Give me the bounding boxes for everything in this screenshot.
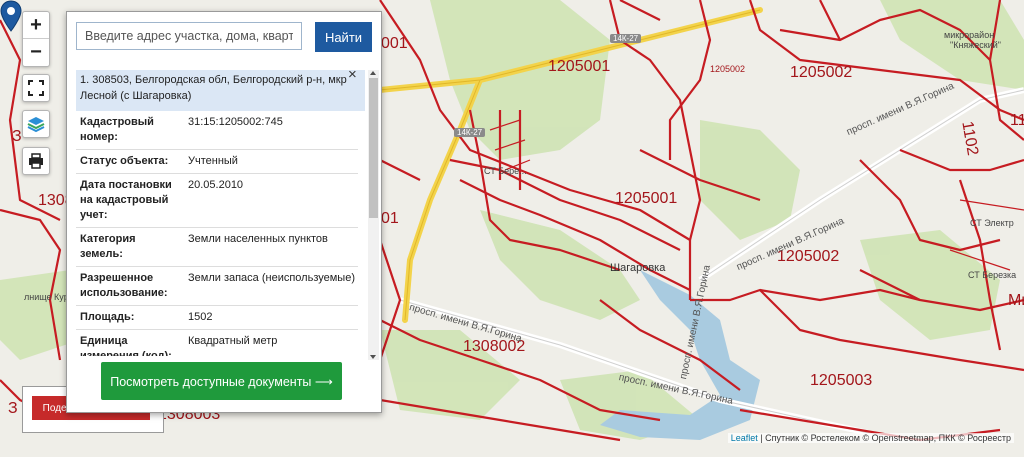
road-badge-2: 14К-27 [454, 128, 486, 137]
row-value: 31:15:1205002:745 [188, 116, 283, 128]
scroll-thumb[interactable] [369, 78, 378, 218]
row-key: Кадастровый номер: [80, 116, 154, 143]
printer-icon [29, 153, 43, 169]
search-button[interactable]: Найти [315, 22, 372, 52]
scroll-up-icon[interactable] [370, 71, 376, 75]
st-berezka-label: СТ Березка [968, 270, 1017, 280]
result-address[interactable]: 1. 308503, Белгородская обл, Белгородски… [76, 70, 365, 111]
property-table: Кадастровый номер: 31:15:1205002:745 Стат… [76, 111, 358, 356]
st-elektro-label: СТ Электр [970, 218, 1014, 228]
shagarovka-label: Шагаровка [610, 262, 666, 274]
close-icon[interactable]: × [348, 66, 357, 83]
row-key: Дата постановки на кадастровый учет: [80, 179, 172, 221]
zone-11-label: 11 [1010, 112, 1024, 129]
print-button[interactable] [23, 148, 49, 174]
row-value: Земли населенных пунктов [188, 233, 328, 245]
table-row: Дата постановки на кадастровый учет: 20.0… [76, 174, 358, 228]
fullscreen-icon [28, 80, 44, 96]
attribution-text: | Спутник © Ростелеком © Openstreetmap, … [757, 433, 1011, 443]
layers-control [22, 110, 50, 138]
zoom-control: + − [22, 11, 50, 67]
zone-z2-label: З [8, 400, 18, 417]
zone-001-label: 001 [381, 35, 408, 52]
layers-button[interactable] [23, 111, 49, 137]
zone-1205002-small-label: 1205002 [710, 64, 746, 74]
view-documents-button[interactable]: Посмотреть доступные документы ⟶ [101, 362, 342, 400]
zone-mi-label: Ми [1008, 292, 1024, 309]
table-row: Площадь: 1502 [76, 306, 358, 330]
info-panel: Найти 1. 308503, Белгородская обл, Белго… [66, 11, 382, 413]
zone-z-label: З [12, 128, 22, 145]
table-row: Разрешенное использование: Земли запаса (… [76, 267, 358, 306]
row-value: Квадратный метр [188, 335, 278, 347]
road-badge-1: 14К-27 [610, 34, 642, 43]
district-label-line2: "Княжеский" [950, 40, 1001, 50]
zone-01-label: 01 [381, 210, 399, 227]
row-key: Площадь: [80, 311, 135, 323]
row-key: Статус объекта: [80, 155, 169, 167]
district-label-line1: микрорайон [944, 30, 995, 40]
location-marker-icon[interactable] [0, 0, 22, 32]
row-key: Единица измерения (код): [80, 335, 172, 356]
map-attribution: Leaflet | Спутник © Ростелеком © Openstr… [727, 433, 1014, 443]
zone-1205001-top-label: 1205001 [548, 58, 611, 75]
table-row: Кадастровый номер: 31:15:1205002:745 [76, 111, 358, 150]
table-row: Статус объекта: Учтенный [76, 150, 358, 174]
table-row: Категория земель: Земли населенных пункто… [76, 228, 358, 267]
leaflet-link[interactable]: Leaflet [731, 433, 758, 443]
print-control [22, 147, 50, 175]
scroll-down-icon[interactable] [370, 355, 376, 359]
zone-1205003-label: 1205003 [810, 372, 873, 389]
zoom-in-button[interactable]: + [23, 12, 49, 38]
row-value: Учтенный [188, 155, 238, 167]
zone-1205001-mid-label: 1205001 [615, 190, 678, 207]
st-ber-left-label: СТ Бере... [484, 166, 527, 176]
layers-icon [27, 117, 45, 133]
fullscreen-control [22, 74, 50, 102]
row-key: Разрешенное использование: [80, 272, 168, 299]
zone-1205002-top-label: 1205002 [790, 64, 853, 81]
row-value: Земли запаса (неиспользуемые) [188, 272, 355, 284]
table-row: Единица измерения (код): Квадратный метр [76, 330, 358, 356]
search-input[interactable] [76, 22, 302, 50]
row-value: 20.05.2010 [188, 179, 244, 191]
zoom-out-button[interactable]: − [23, 38, 49, 65]
search-row: Найти [76, 22, 372, 52]
panel-scrollbar[interactable] [368, 70, 379, 360]
row-value: 1502 [188, 311, 213, 323]
fullscreen-button[interactable] [23, 75, 49, 101]
row-key: Категория земель: [80, 233, 136, 260]
